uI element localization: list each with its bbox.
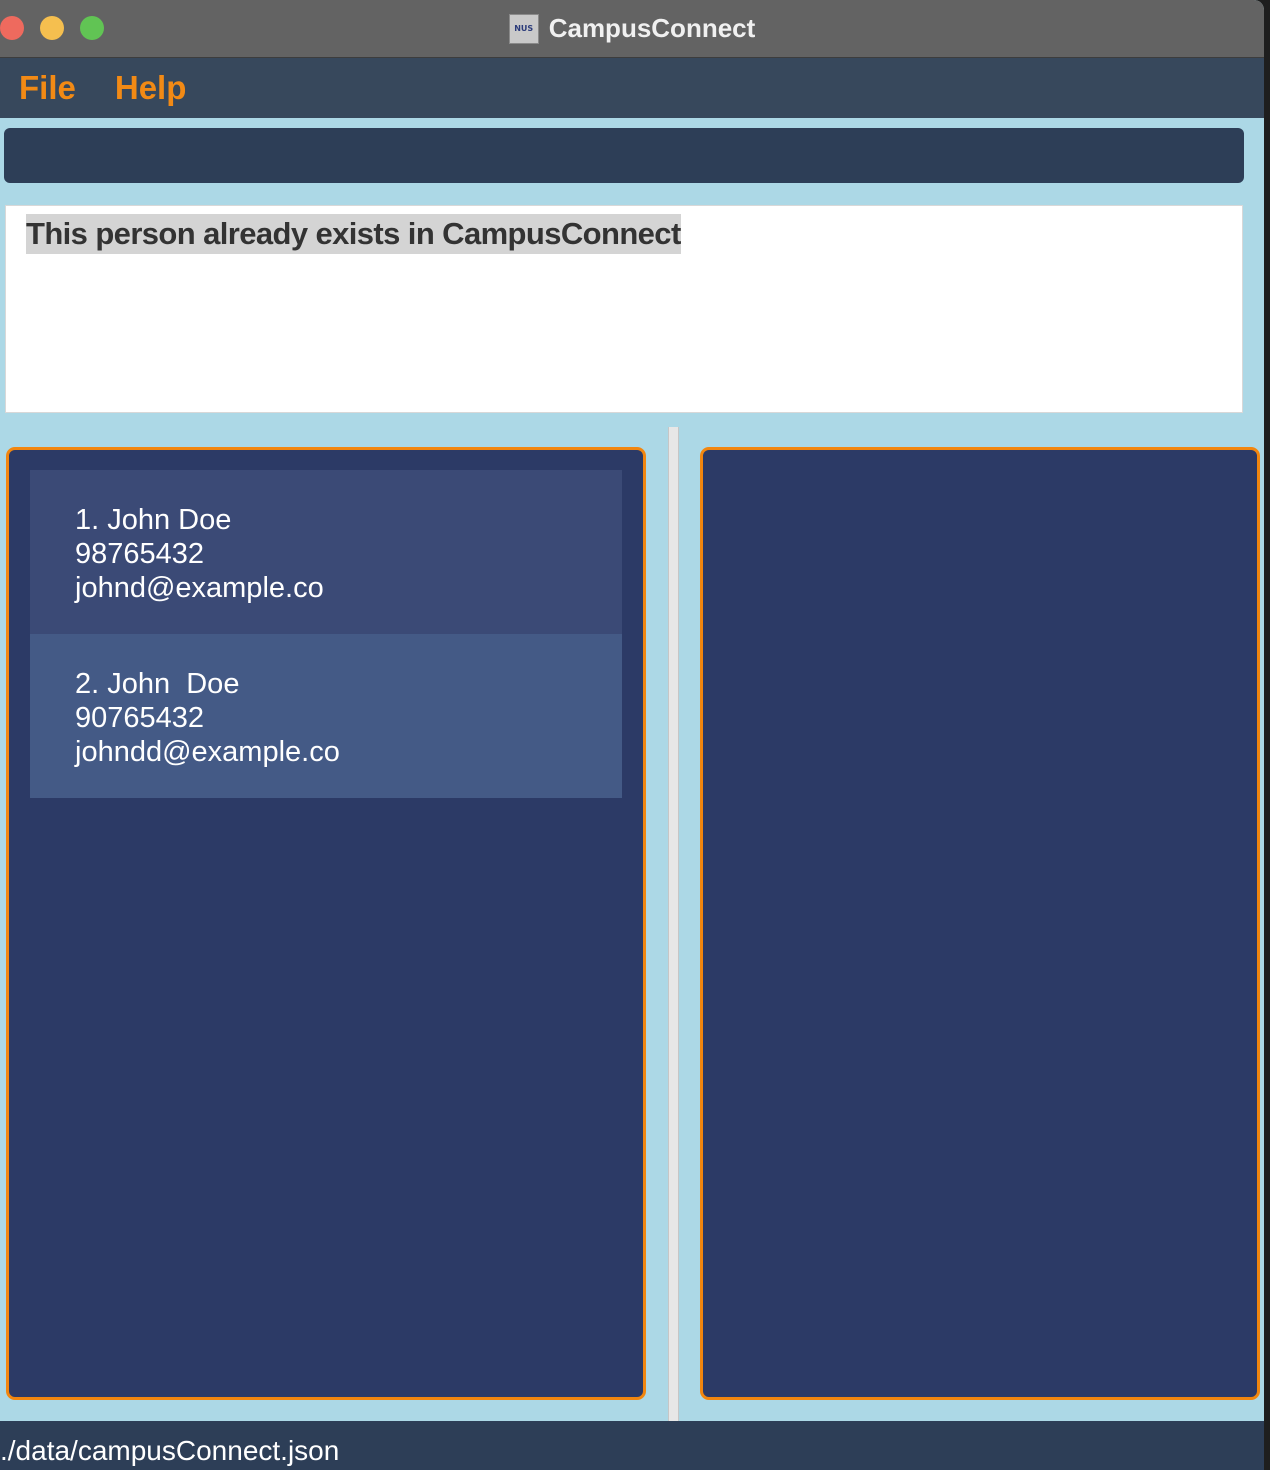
title-bar[interactable]: NUS CampusConnect	[0, 0, 1264, 58]
result-display[interactable]: This person already exists in CampusConn…	[5, 205, 1243, 413]
menu-bar: File Help	[0, 58, 1264, 118]
person-list-panel[interactable]: 1. John Doe 98765432 johnd@example.co 2.…	[6, 447, 646, 1400]
status-bar: ./data/campusConnect.json	[0, 1421, 1264, 1470]
person-card[interactable]: 2. John Doe 90765432 johndd@example.co	[30, 634, 622, 798]
person-name: 2. John Doe	[75, 668, 240, 700]
window-title: CampusConnect	[548, 13, 756, 43]
command-box	[4, 128, 1244, 183]
save-location: ./data/campusConnect.json	[0, 1435, 340, 1466]
menu-file[interactable]: File	[19, 69, 76, 107]
person-email: johnd@example.co	[75, 572, 324, 604]
title-group: NUS CampusConnect	[0, 0, 1264, 57]
command-input[interactable]	[4, 128, 1244, 183]
app-window: NUS CampusConnect File Help This person …	[0, 0, 1264, 1470]
person-card[interactable]: 1. John Doe 98765432 johnd@example.co	[30, 470, 622, 634]
app-logo-icon: NUS	[508, 13, 539, 44]
person-phone: 98765432	[75, 538, 205, 570]
split-pane-divider[interactable]	[668, 427, 679, 1421]
person-name: 1. John Doe	[75, 504, 232, 536]
person-phone: 90765432	[75, 702, 205, 734]
detail-panel	[700, 447, 1260, 1400]
person-email: johndd@example.co	[75, 736, 340, 768]
menu-help[interactable]: Help	[115, 69, 187, 107]
result-message: This person already exists in CampusConn…	[26, 214, 681, 254]
